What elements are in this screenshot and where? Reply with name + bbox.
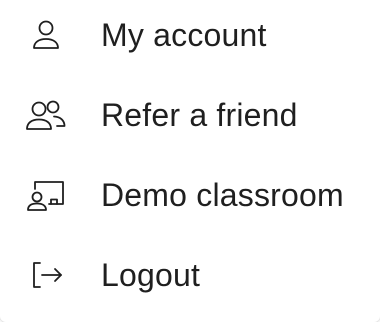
- menu-item-refer-a-friend[interactable]: Refer a friend: [0, 75, 380, 155]
- user-icon: [24, 15, 68, 55]
- users-icon: [24, 95, 68, 135]
- logout-icon: [24, 255, 68, 295]
- classroom-icon: [24, 175, 68, 215]
- menu-item-label: My account: [101, 16, 267, 53]
- menu-item-demo-classroom[interactable]: Demo classroom: [0, 155, 380, 235]
- account-dropdown-menu: My account Refer a friend Demo classroom: [0, 0, 380, 322]
- menu-item-my-account[interactable]: My account: [0, 0, 380, 75]
- menu-item-label: Logout: [101, 256, 201, 293]
- menu-item-label: Refer a friend: [101, 96, 298, 133]
- menu-item-logout[interactable]: Logout: [0, 235, 380, 315]
- menu-item-label: Demo classroom: [101, 176, 344, 213]
